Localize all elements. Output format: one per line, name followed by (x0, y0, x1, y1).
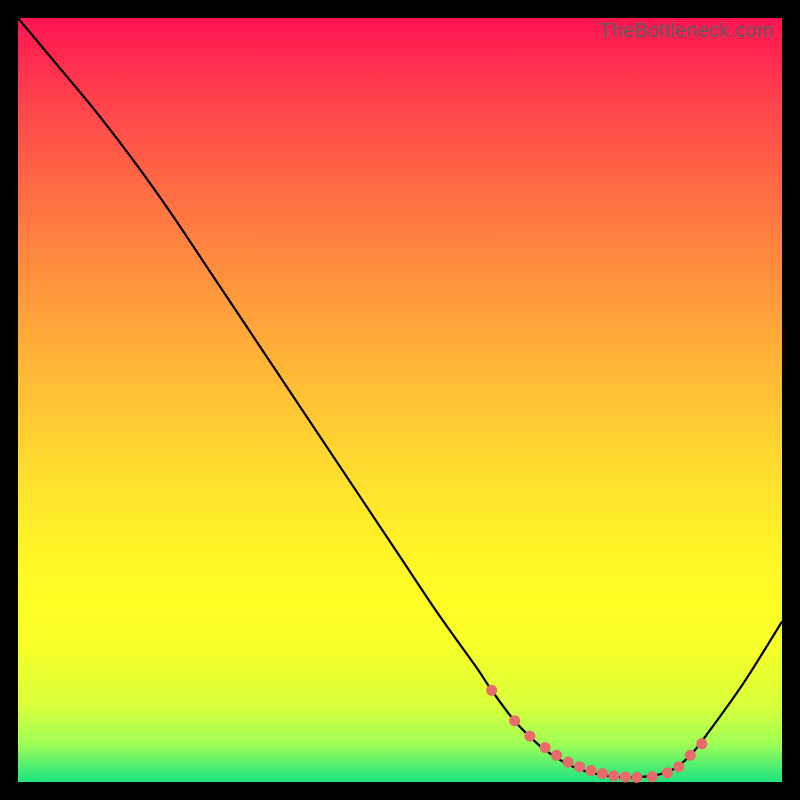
highlight-dot (486, 685, 497, 696)
highlight-dot (685, 750, 696, 761)
highlight-dot (540, 742, 551, 753)
highlight-dot (631, 772, 642, 783)
highlight-dot (696, 738, 707, 749)
highlight-dot (620, 772, 631, 783)
highlight-dot (574, 761, 585, 772)
chart-frame: TheBottleneck.com (0, 0, 800, 800)
highlight-dot (608, 770, 619, 781)
highlight-dot (647, 771, 658, 782)
highlight-dot (509, 715, 520, 726)
highlight-dot (551, 750, 562, 761)
highlight-dot (597, 768, 608, 779)
main-curve (18, 18, 782, 777)
curve-layer (18, 18, 782, 782)
highlight-dot (662, 767, 673, 778)
highlight-dot (673, 761, 684, 772)
highlight-dot (524, 731, 535, 742)
marker-group (486, 685, 707, 783)
plot-area: TheBottleneck.com (18, 18, 782, 782)
highlight-dot (586, 765, 597, 776)
highlight-dot (563, 757, 574, 768)
